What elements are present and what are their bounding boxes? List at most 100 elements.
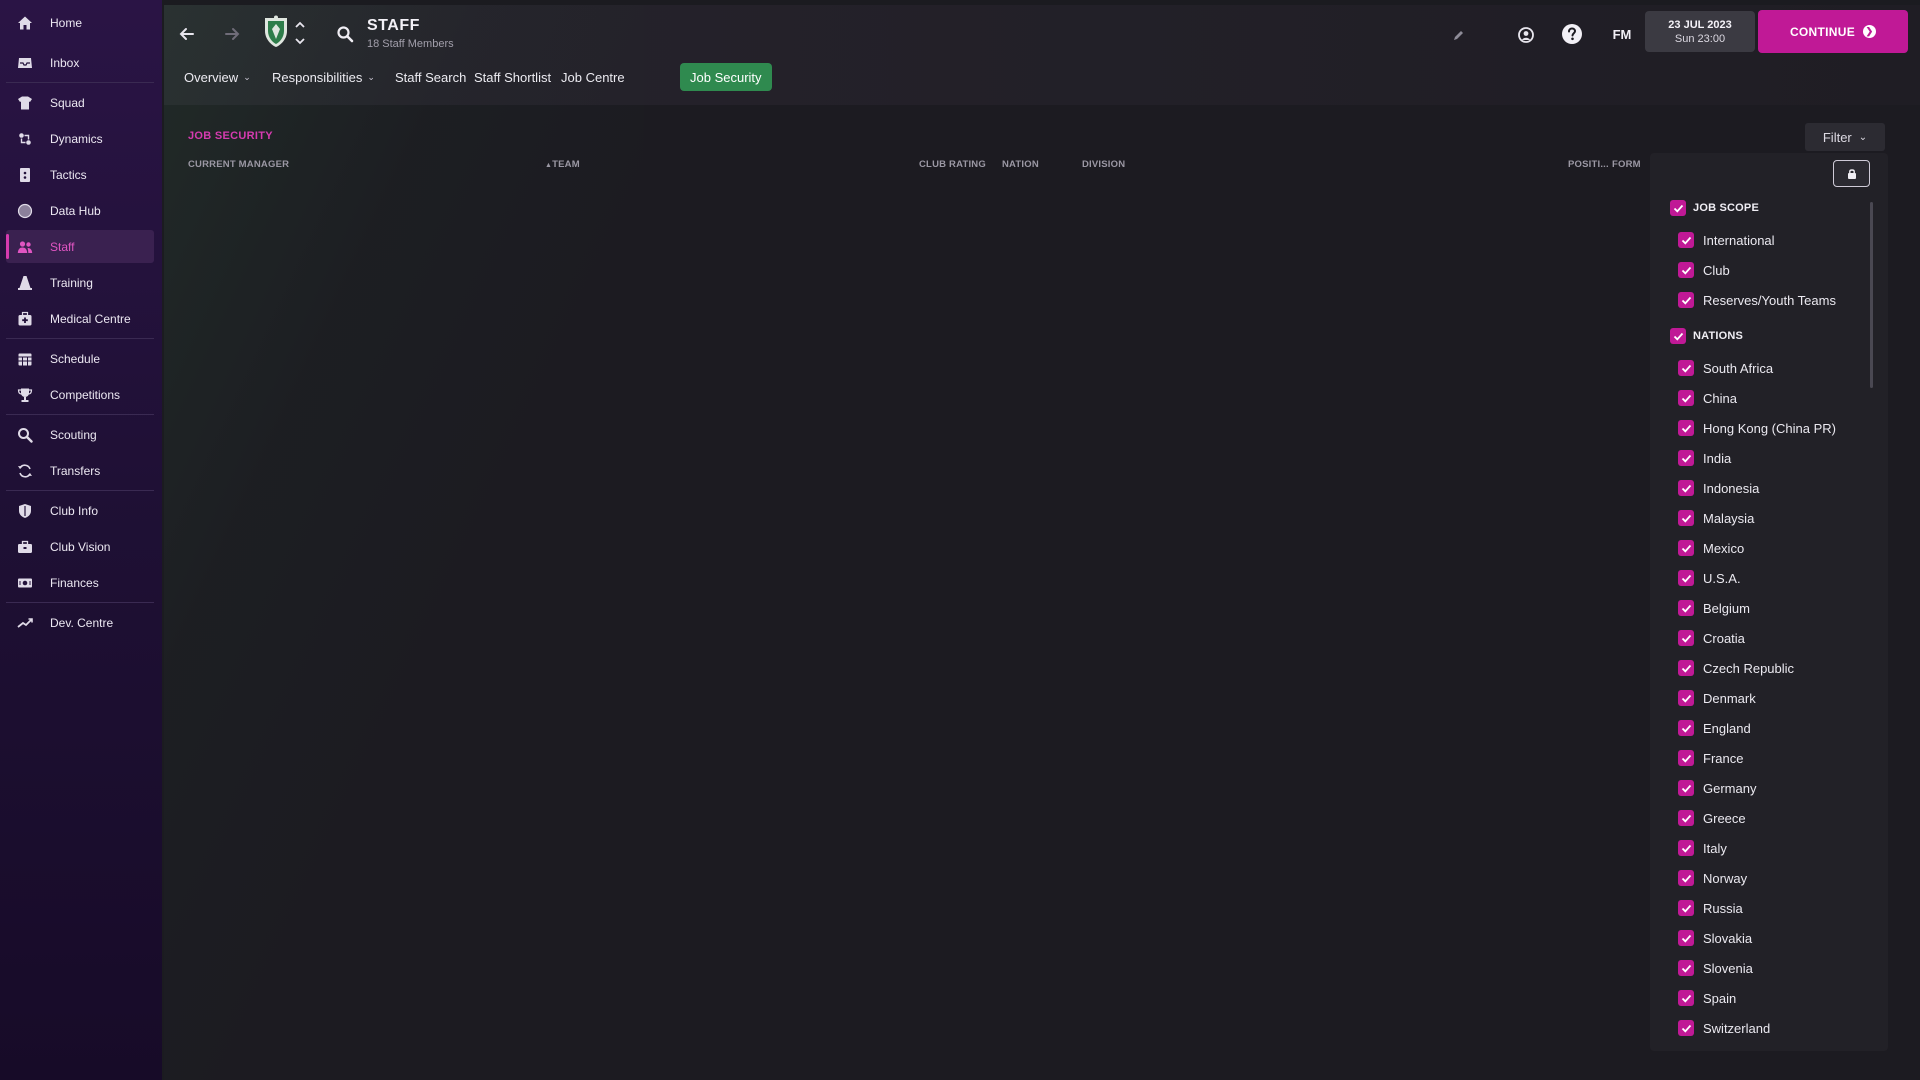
filter-option-label: South Africa (1703, 360, 1774, 376)
checkbox-checked-icon (1678, 750, 1694, 766)
sidebar-item-label: Inbox (50, 55, 80, 70)
filter-option-label: Club (1703, 262, 1730, 278)
shirt-icon (16, 94, 34, 112)
column-header-nation[interactable]: NATION (1002, 159, 1039, 170)
filter-option-belgium[interactable]: Belgium (1678, 600, 1750, 616)
sidebar-item-dynamics[interactable]: Dynamics (6, 122, 154, 155)
filter-label: Filter (1822, 129, 1852, 145)
filter-option-label: England (1703, 720, 1751, 736)
column-header-division[interactable]: DIVISION (1082, 159, 1125, 170)
checkbox-checked-icon (1678, 690, 1694, 706)
page-title: STAFF (367, 17, 420, 34)
edit-button[interactable] (1448, 25, 1468, 45)
tab-staff-shortlist[interactable]: Staff Shortlist (464, 63, 561, 91)
column-header-position[interactable]: POSITI... (1568, 159, 1609, 170)
filter-option-france[interactable]: France (1678, 750, 1743, 766)
filter-option-club[interactable]: Club (1678, 262, 1730, 278)
filter-option-spain[interactable]: Spain (1678, 990, 1736, 1006)
filter-option-slovenia[interactable]: Slovenia (1678, 960, 1753, 976)
filter-option-u-s-a[interactable]: U.S.A. (1678, 570, 1741, 586)
sidebar-item-finances[interactable]: Finances (6, 566, 154, 599)
sidebar-item-staff[interactable]: Staff (6, 230, 154, 263)
filter-button[interactable]: Filter ⌄ (1805, 123, 1885, 151)
filter-option-greece[interactable]: Greece (1678, 810, 1746, 826)
sidebar-item-medical-centre[interactable]: Medical Centre (6, 302, 154, 335)
sidebar-item-dev-centre[interactable]: Dev. Centre (6, 606, 154, 639)
chevron-down-icon: ⌄ (1858, 131, 1868, 143)
help-button[interactable] (1560, 22, 1584, 46)
sidebar-item-transfers[interactable]: Transfers (6, 454, 154, 487)
filter-option-indonesia[interactable]: Indonesia (1678, 480, 1759, 496)
filter-option-label: Slovakia (1703, 930, 1753, 946)
column-header-team[interactable]: ▲TEAM (545, 159, 580, 170)
arrow-left-icon (179, 28, 194, 40)
sidebar-item-schedule[interactable]: Schedule (6, 342, 154, 375)
lock-filter-button[interactable] (1833, 160, 1870, 187)
forward-button[interactable] (219, 21, 245, 47)
job-scope-group-checkbox[interactable]: JOB SCOPE (1670, 200, 1759, 216)
filter-option-england[interactable]: England (1678, 720, 1751, 736)
lock-icon (1847, 168, 1856, 179)
tab-overview[interactable]: Overview ⌄ (174, 63, 261, 91)
calendar-icon (16, 350, 34, 368)
sidebar-item-inbox[interactable]: Inbox (6, 46, 154, 79)
briefcase-icon (16, 538, 34, 556)
filter-option-denmark[interactable]: Denmark (1678, 690, 1756, 706)
sidebar-item-training[interactable]: Training (6, 266, 154, 299)
filter-option-italy[interactable]: Italy (1678, 840, 1727, 856)
back-button[interactable] (174, 21, 200, 47)
filter-option-india[interactable]: India (1678, 450, 1731, 466)
filter-option-slovakia[interactable]: Slovakia (1678, 930, 1752, 946)
data-hub-icon (16, 202, 34, 220)
fm-menu-button[interactable]: FM (1604, 22, 1640, 46)
filter-option-norway[interactable]: Norway (1678, 870, 1747, 886)
column-header-form[interactable]: FORM (1612, 159, 1641, 170)
filter-option-label: Norway (1703, 870, 1748, 886)
checkbox-checked-icon (1678, 810, 1694, 826)
sidebar-item-scouting[interactable]: Scouting (6, 418, 154, 451)
club-switcher[interactable] (292, 16, 308, 50)
filter-scrollbar[interactable] (1870, 202, 1873, 388)
sidebar-item-data-hub[interactable]: Data Hub (6, 194, 154, 227)
tab-job-security[interactable]: Job Security (680, 63, 772, 91)
sidebar-item-club-info[interactable]: Club Info (6, 494, 154, 527)
sidebar-item-tactics[interactable]: Tactics (6, 158, 154, 191)
tab-staff-search[interactable]: Staff Search (385, 63, 476, 91)
filter-option-germany[interactable]: Germany (1678, 780, 1756, 796)
filter-option-croatia[interactable]: Croatia (1678, 630, 1745, 646)
filter-option-reserves-youth-teams[interactable]: Reserves/Youth Teams (1678, 292, 1836, 308)
filter-option-switzerland[interactable]: Switzerland (1678, 1020, 1770, 1036)
filter-option-label: Denmark (1703, 690, 1756, 706)
date-display[interactable]: 23 JUL 2023 Sun 23:00 (1645, 11, 1755, 52)
tab-label: Overview (184, 69, 239, 85)
checkbox-checked-icon (1678, 390, 1694, 406)
filter-group-label: NATIONS (1693, 330, 1744, 342)
filter-option-russia[interactable]: Russia (1678, 900, 1743, 916)
filter-option-label: International (1703, 232, 1775, 248)
training-cone-icon (16, 274, 34, 292)
sidebar-item-home[interactable]: Home (6, 6, 154, 39)
filter-option-hong-kong-china-pr[interactable]: Hong Kong (China PR) (1678, 420, 1836, 436)
filter-option-malaysia[interactable]: Malaysia (1678, 510, 1754, 526)
continue-button[interactable]: CONTINUE ❯ (1758, 10, 1908, 53)
filter-option-china[interactable]: China (1678, 390, 1737, 406)
column-header-club-rating[interactable]: CLUB RATING (919, 159, 986, 170)
sidebar-item-squad[interactable]: Squad (6, 86, 154, 119)
sidebar: Home Inbox Squad Dynamics Tactics Data H… (0, 0, 162, 1080)
sidebar-item-club-vision[interactable]: Club Vision (6, 530, 154, 563)
club-badge[interactable] (261, 14, 291, 50)
filter-option-label: China (1703, 390, 1737, 406)
filter-option-mexico[interactable]: Mexico (1678, 540, 1744, 556)
sidebar-item-competitions[interactable]: Competitions (6, 378, 154, 411)
filter-option-south-africa[interactable]: South Africa (1678, 360, 1773, 376)
transfers-icon (16, 462, 34, 480)
nations-group-checkbox[interactable]: NATIONS (1670, 328, 1743, 344)
tab-job-centre[interactable]: Job Centre (551, 63, 635, 91)
filter-option-czech-republic[interactable]: Czech Republic (1678, 660, 1794, 676)
social-feed-button[interactable] (1514, 23, 1538, 47)
tab-responsibilities[interactable]: Responsibilities ⌄ (262, 63, 385, 91)
filter-option-international[interactable]: International (1678, 232, 1775, 248)
checkbox-checked-icon (1678, 600, 1694, 616)
column-header-current-manager[interactable]: CURRENT MANAGER (188, 159, 289, 170)
search-button[interactable] (332, 21, 358, 47)
